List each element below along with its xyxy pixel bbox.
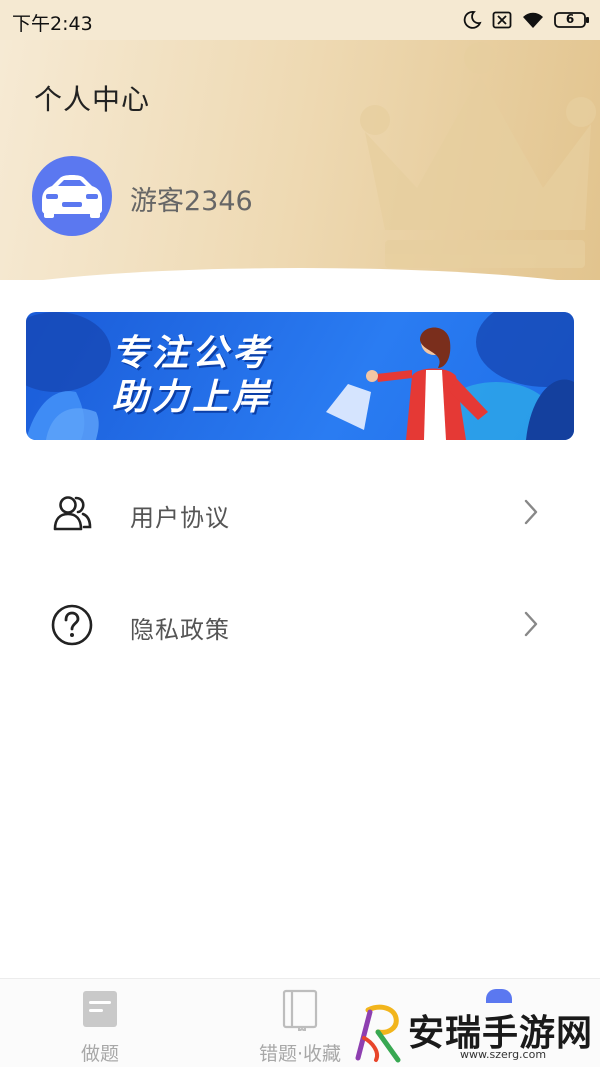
- banner-line-1: 专注公考: [112, 333, 273, 374]
- chevron-right-icon: [520, 609, 542, 643]
- menu-item-label: 用户协议: [130, 504, 230, 532]
- banner-decoration: [26, 312, 574, 440]
- status-bar: 下午2:43 6: [0, 0, 600, 40]
- tab-label: 做题: [80, 1043, 119, 1065]
- chevron-right-icon: [520, 497, 542, 531]
- battery-level: 6: [565, 12, 575, 26]
- avatar[interactable]: [32, 156, 112, 236]
- promo-banner[interactable]: 专注公考 助力上岸: [26, 312, 574, 440]
- moon-icon: [462, 10, 482, 30]
- tab-label: 错题·收藏: [258, 1043, 342, 1065]
- document-icon: [81, 989, 119, 1033]
- banner-line-2: 助力上岸: [112, 377, 273, 418]
- profile-header: 个人中心 游客2346: [0, 40, 600, 280]
- status-icons: 6: [462, 8, 590, 32]
- question-circle-icon: [50, 603, 94, 647]
- username: 游客2346: [130, 186, 253, 217]
- watermark-logo-icon: [355, 1004, 401, 1063]
- crown-icon: [360, 42, 596, 268]
- menu-item-label: 隐私政策: [130, 616, 230, 644]
- tab-mistakes-favorites[interactable]: 错题·收藏: [230, 979, 370, 1067]
- no-sim-icon: [492, 11, 512, 29]
- car-icon: [42, 175, 102, 218]
- watermark: 安瑞手游网 www.szerg.com: [350, 1000, 600, 1067]
- watermark-url: www.szerg.com: [460, 1048, 547, 1061]
- page-title: 个人中心: [34, 83, 151, 116]
- notebook-icon: [281, 989, 319, 1035]
- menu-item-user-agreement[interactable]: 用户协议: [0, 473, 600, 553]
- status-time: 下午2:43: [12, 13, 93, 35]
- menu-item-privacy-policy[interactable]: 隐私政策: [0, 585, 600, 665]
- battery-icon: 6: [554, 11, 590, 29]
- banner-slogan: 专注公考 助力上岸: [112, 332, 272, 420]
- users-icon: [50, 491, 94, 535]
- wifi-icon: [522, 11, 544, 29]
- tab-practice[interactable]: 做题: [30, 979, 170, 1067]
